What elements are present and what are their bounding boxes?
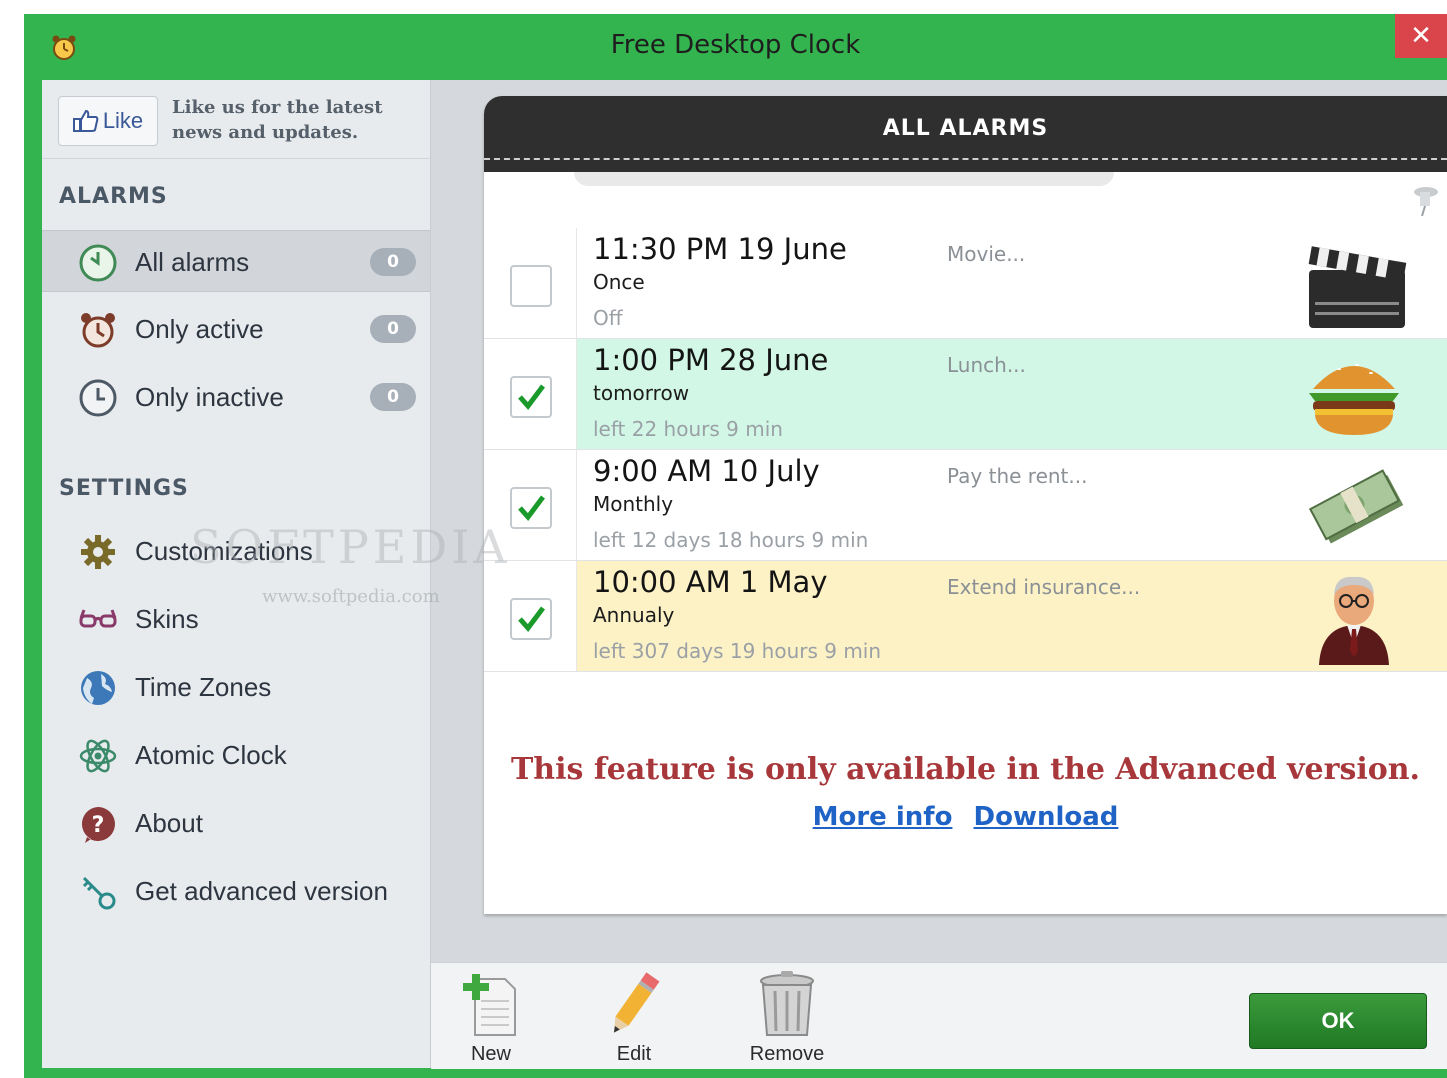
- alarm-note: Movie...: [947, 242, 1026, 266]
- settings-get-advanced-version[interactable]: Get advanced version: [42, 860, 430, 922]
- watermark-url: www.softpedia.com: [262, 586, 440, 607]
- alarms-panel: ALL ALARMS 11:30 PM 19 June Once Off Mov…: [484, 96, 1447, 914]
- settings-about[interactable]: ? About: [42, 792, 430, 854]
- alarm-time: 9:00 AM 10 July: [593, 454, 820, 488]
- checkbox-cell: [484, 339, 577, 449]
- filter-only-active[interactable]: Only active 0: [42, 298, 430, 360]
- alarm-time: 11:30 PM 19 June: [593, 232, 847, 266]
- new-alarm-button[interactable]: New: [441, 969, 541, 1065]
- atom-icon: [78, 736, 118, 776]
- new-document-icon: [461, 969, 521, 1039]
- key-icon: [78, 872, 118, 912]
- checkmark-icon: [518, 606, 545, 632]
- checkbox-cell: [484, 561, 577, 671]
- only-active-count-badge: 0: [370, 315, 416, 343]
- alarm-time: 1:00 PM 28 June: [593, 343, 829, 377]
- checkbox-cell: [484, 228, 577, 338]
- checkmark-icon: [518, 384, 545, 410]
- title-bar[interactable]: Free Desktop Clock ✕: [24, 14, 1447, 80]
- alarm-enabled-checkbox[interactable]: [510, 598, 552, 640]
- settings-skins-label: Skins: [135, 604, 199, 634]
- settings-time-zones[interactable]: Time Zones: [42, 656, 430, 718]
- svg-text:?: ?: [92, 813, 105, 838]
- clock-icon: [78, 243, 118, 283]
- checkmark-icon: [518, 495, 545, 521]
- globe-icon: [78, 668, 118, 708]
- pencil-icon: [604, 969, 664, 1039]
- alarm-remaining: Off: [593, 306, 623, 330]
- upgrade-message: This feature is only available in the Ad…: [510, 752, 1420, 787]
- alarm-time: 10:00 AM 1 May: [593, 565, 828, 599]
- new-label: New: [470, 1043, 511, 1065]
- alarm-row[interactable]: 1:00 PM 28 June tomorrow left 22 hours 9…: [484, 339, 1447, 450]
- alarms-panel-title: ALL ALARMS: [882, 116, 1049, 141]
- close-button[interactable]: ✕: [1395, 14, 1447, 58]
- remove-label: Remove: [749, 1043, 825, 1065]
- filter-only-inactive-label: Only inactive: [135, 382, 284, 412]
- header-stitching: [484, 158, 1447, 160]
- alarm-enabled-checkbox[interactable]: [510, 487, 552, 529]
- more-info-link[interactable]: More info: [813, 802, 953, 832]
- trash-can-icon: [757, 969, 817, 1039]
- alarms-heading: ALARMS: [59, 184, 168, 209]
- filter-only-inactive[interactable]: Only inactive 0: [42, 366, 430, 428]
- money-icon: [1299, 454, 1409, 554]
- alarms-panel-header: ALL ALARMS: [484, 96, 1447, 172]
- alarm-enabled-checkbox[interactable]: [510, 376, 552, 418]
- alarm-remaining: left 307 days 19 hours 9 min: [593, 639, 882, 663]
- bottom-toolbar: New Edit Remove OK: [431, 962, 1447, 1069]
- alarm-note: Pay the rent...: [947, 464, 1088, 488]
- alarm-note: Extend insurance...: [947, 575, 1141, 599]
- question-icon: ?: [78, 804, 118, 844]
- businessman-icon: [1299, 565, 1409, 665]
- window-title: Free Desktop Clock: [610, 30, 861, 60]
- only-inactive-count-badge: 0: [370, 383, 416, 411]
- alarm-row[interactable]: 11:30 PM 19 June Once Off Movie...: [484, 228, 1447, 339]
- facebook-like-button[interactable]: Like: [58, 96, 158, 146]
- paper-curl: [574, 172, 1114, 186]
- all-alarms-count-badge: 0: [370, 248, 416, 276]
- like-label: Like: [102, 108, 144, 133]
- settings-atomic-clock[interactable]: Atomic Clock: [42, 724, 430, 786]
- settings-atomic-clock-label: Atomic Clock: [135, 740, 287, 770]
- alarm-clock-icon: [78, 310, 118, 350]
- filter-all-alarms[interactable]: All alarms 0: [42, 230, 430, 292]
- glasses-icon: [78, 600, 118, 640]
- remove-alarm-button[interactable]: Remove: [737, 969, 837, 1065]
- thumbs-up-icon: [72, 109, 99, 132]
- alarm-enabled-checkbox[interactable]: [510, 265, 552, 307]
- download-link[interactable]: Download: [974, 802, 1119, 832]
- alarm-repeat: Monthly: [593, 492, 674, 516]
- alarm-repeat: Once: [593, 270, 645, 294]
- alarm-row[interactable]: 9:00 AM 10 July Monthly left 12 days 18 …: [484, 450, 1447, 561]
- alarm-repeat: tomorrow: [593, 381, 690, 405]
- edit-alarm-button[interactable]: Edit: [584, 969, 684, 1065]
- upgrade-links: More info Download: [484, 802, 1447, 832]
- alarm-repeat: Annualy: [593, 603, 675, 627]
- filter-all-alarms-label: All alarms: [135, 247, 250, 277]
- sidebar: Like Like us for the latest news and upd…: [42, 80, 431, 1068]
- settings-time-zones-label: Time Zones: [135, 672, 272, 702]
- watermark: SOFTPEDIA: [190, 520, 511, 574]
- ok-button[interactable]: OK: [1249, 993, 1427, 1049]
- settings-about-label: About: [135, 808, 203, 838]
- filter-only-active-label: Only active: [135, 314, 264, 344]
- alarm-row[interactable]: 10:00 AM 1 May Annualy left 307 days 19 …: [484, 561, 1447, 672]
- gear-icon: [78, 532, 118, 572]
- pin-icon: [1406, 182, 1442, 218]
- settings-heading: SETTINGS: [59, 476, 189, 501]
- alarm-remaining: left 22 hours 9 min: [593, 417, 783, 441]
- edit-label: Edit: [616, 1043, 652, 1065]
- like-promo-text: Like us for the latest news and updates.: [172, 97, 383, 143]
- alarm-remaining: left 12 days 18 hours 9 min: [593, 528, 869, 552]
- settings-get-advanced-version-label: Get advanced version: [135, 876, 388, 906]
- burger-icon: [1299, 343, 1409, 443]
- clapperboard-icon: [1299, 232, 1409, 332]
- clock-outline-icon: [78, 378, 118, 418]
- alarm-note: Lunch...: [947, 353, 1026, 377]
- like-area: Like Like us for the latest news and upd…: [42, 80, 430, 159]
